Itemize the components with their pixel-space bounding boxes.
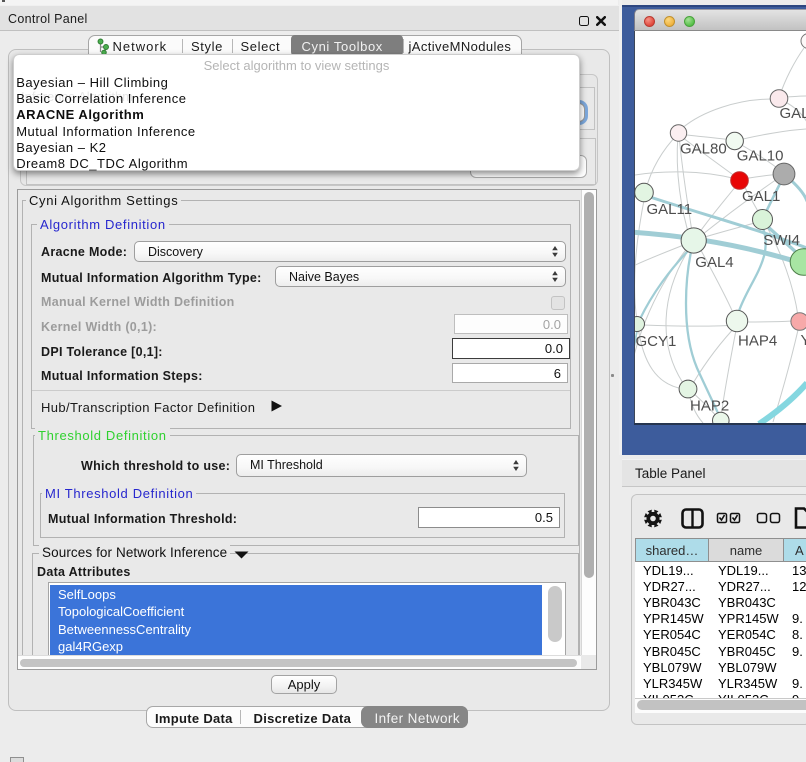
svg-text:HAP2: HAP2 bbox=[690, 398, 729, 415]
svg-text:GAL4: GAL4 bbox=[695, 254, 733, 271]
svg-text:GAL80: GAL80 bbox=[680, 141, 727, 158]
svg-text:GAL1: GAL1 bbox=[742, 188, 780, 205]
svg-text:GAL7: GAL7 bbox=[780, 105, 806, 122]
svg-text:HAP4: HAP4 bbox=[738, 333, 777, 350]
svg-text:Y: Y bbox=[801, 332, 806, 349]
svg-text:SWI4: SWI4 bbox=[763, 232, 800, 249]
svg-text:GAL10: GAL10 bbox=[737, 148, 784, 165]
svg-text:GAL11: GAL11 bbox=[647, 201, 693, 218]
svg-text:GCY1: GCY1 bbox=[636, 333, 677, 350]
